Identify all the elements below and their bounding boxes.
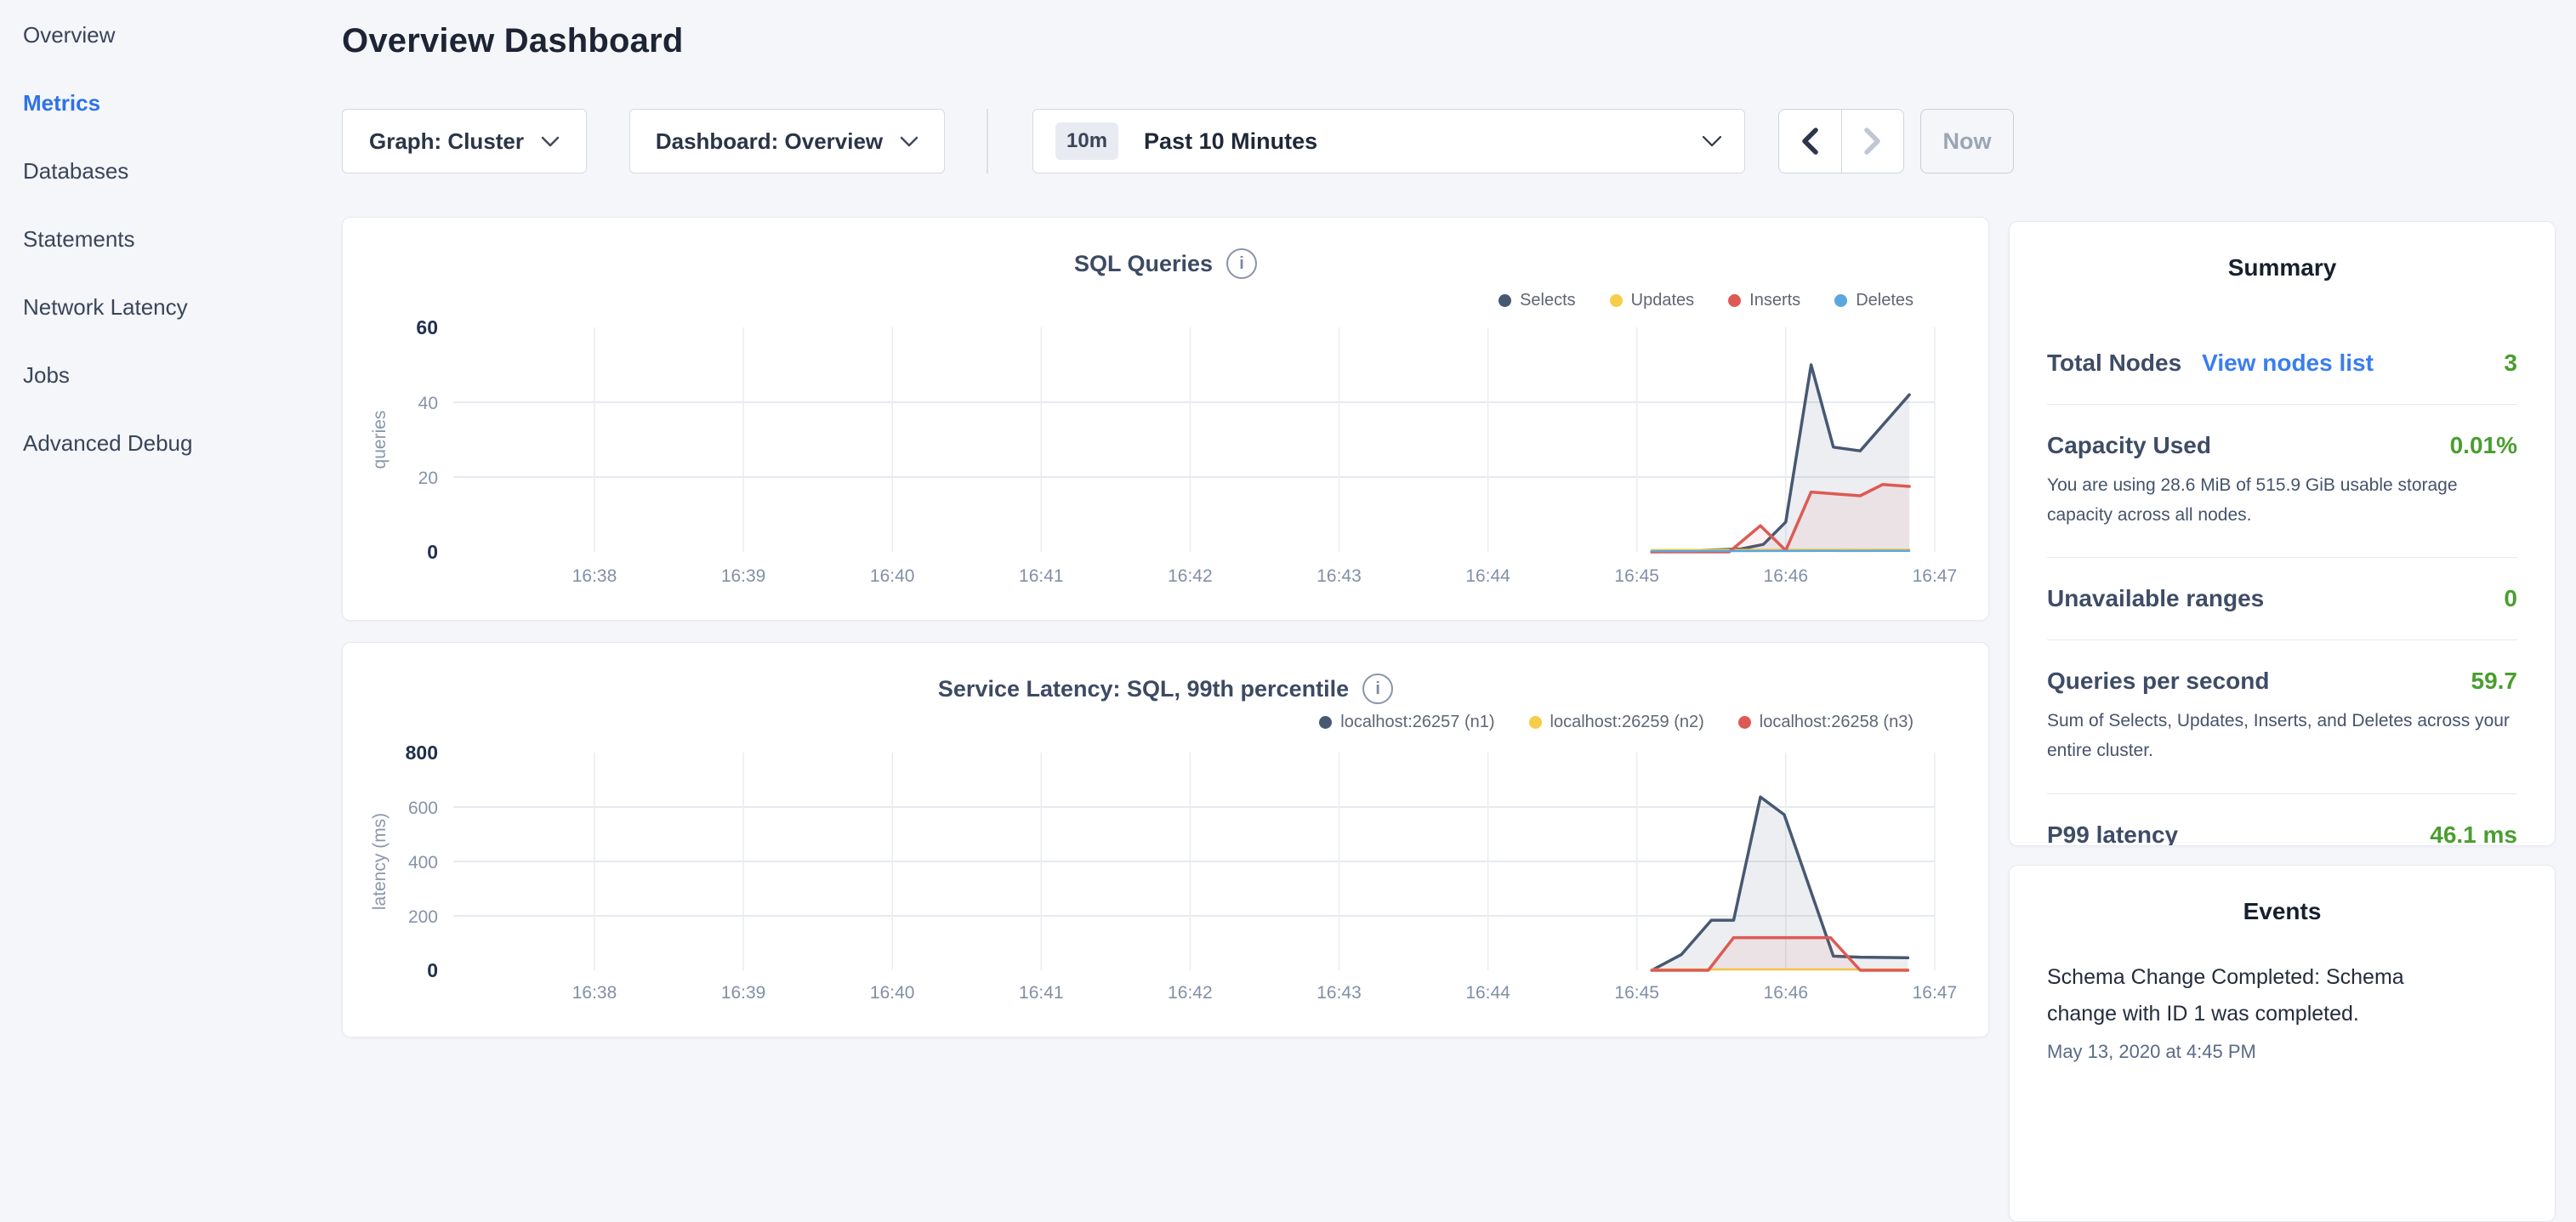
chevron-right-icon <box>1863 127 1882 156</box>
event-item-text: Schema Change Completed: Schema change w… <box>2047 959 2421 1032</box>
view-nodes-list-link[interactable]: View nodes list <box>2202 350 2374 377</box>
now-button[interactable]: Now <box>1920 109 2014 173</box>
time-range-selector[interactable]: 10m Past 10 Minutes <box>1032 109 1745 173</box>
sql-queries-plot[interactable]: 16:38 16:39 16:40 16:41 16:42 16:43 16:44 16:45… <box>343 218 1990 622</box>
chevron-down-icon <box>900 136 918 147</box>
svg-text:16:41: 16:41 <box>1019 983 1064 1003</box>
events-panel: Events Schema Change Completed: Schema c… <box>2009 865 2556 1222</box>
svg-text:16:39: 16:39 <box>721 566 766 586</box>
unavailable-ranges-value: 0 <box>2504 585 2517 612</box>
summary-row-queries-per-second: Queries per second 59.7 Sum of Selects, … <box>2047 639 2517 793</box>
svg-text:16:43: 16:43 <box>1316 983 1362 1003</box>
capacity-used-value: 0.01% <box>2450 432 2517 459</box>
queries-per-second-value: 59.7 <box>2471 668 2518 695</box>
chevron-down-icon <box>1702 135 1722 147</box>
svg-text:16:45: 16:45 <box>1614 983 1659 1003</box>
summary-title: Summary <box>2047 222 2517 281</box>
svg-text:16:39: 16:39 <box>721 983 766 1003</box>
summary-row-total-nodes: Total Nodes View nodes list 3 <box>2047 322 2517 404</box>
summary-row-p99-latency: P99 latency 46.1 ms <box>2047 793 2517 846</box>
svg-text:16:47: 16:47 <box>1913 983 1958 1003</box>
svg-text:800: 800 <box>406 742 438 764</box>
svg-text:16:42: 16:42 <box>1168 983 1213 1003</box>
toolbar: Graph: Cluster Dashboard: Overview 10m P… <box>342 109 2014 173</box>
svg-text:16:47: 16:47 <box>1913 566 1958 586</box>
sidebar-item-metrics[interactable]: Metrics <box>0 69 340 137</box>
p99-latency-value: 46.1 ms <box>2430 821 2517 846</box>
sql-queries-chart-panel: SQL Queries i Selects Updates Inserts De… <box>342 217 1989 621</box>
svg-text:0: 0 <box>427 541 438 563</box>
svg-text:400: 400 <box>408 853 438 872</box>
sidebar-item-network-latency[interactable]: Network Latency <box>0 273 340 341</box>
time-range-badge: 10m <box>1055 122 1118 160</box>
event-item-timestamp: May 13, 2020 at 4:45 PM <box>2047 1041 2517 1063</box>
svg-text:40: 40 <box>418 394 438 413</box>
page-title: Overview Dashboard <box>342 22 684 60</box>
svg-text:queries: queries <box>370 411 390 469</box>
svg-text:16:41: 16:41 <box>1019 566 1064 586</box>
svg-text:16:46: 16:46 <box>1764 566 1809 586</box>
summary-row-capacity-used: Capacity Used 0.01% You are using 28.6 M… <box>2047 404 2517 557</box>
right-sidebar: Summary Total Nodes View nodes list 3 Ca… <box>2009 221 2556 1222</box>
sidebar-item-jobs[interactable]: Jobs <box>0 341 340 409</box>
svg-text:60: 60 <box>416 316 438 338</box>
chevron-down-icon <box>541 136 560 147</box>
total-nodes-value: 3 <box>2504 350 2517 377</box>
time-back-button[interactable] <box>1779 110 1841 173</box>
svg-text:latency (ms): latency (ms) <box>370 813 390 910</box>
toolbar-divider <box>987 109 988 173</box>
events-title: Events <box>2047 866 2517 925</box>
time-range-label: Past 10 Minutes <box>1144 128 1317 155</box>
dashboard-dropdown[interactable]: Dashboard: Overview <box>629 109 945 173</box>
sidebar-item-statements[interactable]: Statements <box>0 205 340 273</box>
svg-text:200: 200 <box>408 907 438 927</box>
service-latency-plot[interactable]: 16:38 16:39 16:40 16:41 16:42 16:43 16:44 16:45… <box>343 643 1990 1038</box>
svg-text:16:38: 16:38 <box>572 566 617 586</box>
graph-scope-dropdown[interactable]: Graph: Cluster <box>342 109 587 173</box>
svg-text:600: 600 <box>408 799 438 818</box>
svg-text:16:40: 16:40 <box>870 566 915 586</box>
service-latency-chart-panel: Service Latency: SQL, 99th percentile i … <box>342 642 1989 1037</box>
sidebar-item-overview[interactable]: Overview <box>0 1 340 69</box>
sidebar-item-databases[interactable]: Databases <box>0 137 340 205</box>
svg-text:20: 20 <box>418 469 438 488</box>
capacity-used-description: You are using 28.6 MiB of 515.9 GiB usab… <box>2047 471 2517 530</box>
sidebar: Overview Metrics Databases Statements Ne… <box>0 0 340 1051</box>
svg-text:16:40: 16:40 <box>870 983 915 1003</box>
sidebar-item-advanced-debug[interactable]: Advanced Debug <box>0 409 340 477</box>
chevron-left-icon <box>1800 127 1819 156</box>
summary-row-unavailable-ranges: Unavailable ranges 0 <box>2047 557 2517 639</box>
svg-text:16:42: 16:42 <box>1168 566 1213 586</box>
queries-per-second-description: Sum of Selects, Updates, Inserts, and De… <box>2047 707 2517 765</box>
dashboard-dropdown-label: Dashboard: Overview <box>656 128 883 155</box>
svg-text:16:43: 16:43 <box>1316 566 1362 586</box>
time-forward-button[interactable] <box>1841 110 1904 173</box>
svg-text:16:38: 16:38 <box>572 983 617 1003</box>
summary-panel: Summary Total Nodes View nodes list 3 Ca… <box>2009 221 2556 846</box>
graph-scope-dropdown-label: Graph: Cluster <box>369 128 524 155</box>
svg-text:16:45: 16:45 <box>1614 566 1659 586</box>
svg-text:16:44: 16:44 <box>1465 983 1510 1003</box>
svg-text:16:46: 16:46 <box>1764 983 1809 1003</box>
svg-text:0: 0 <box>427 959 438 981</box>
svg-text:16:44: 16:44 <box>1465 566 1510 586</box>
time-step-buttons <box>1778 109 1904 173</box>
